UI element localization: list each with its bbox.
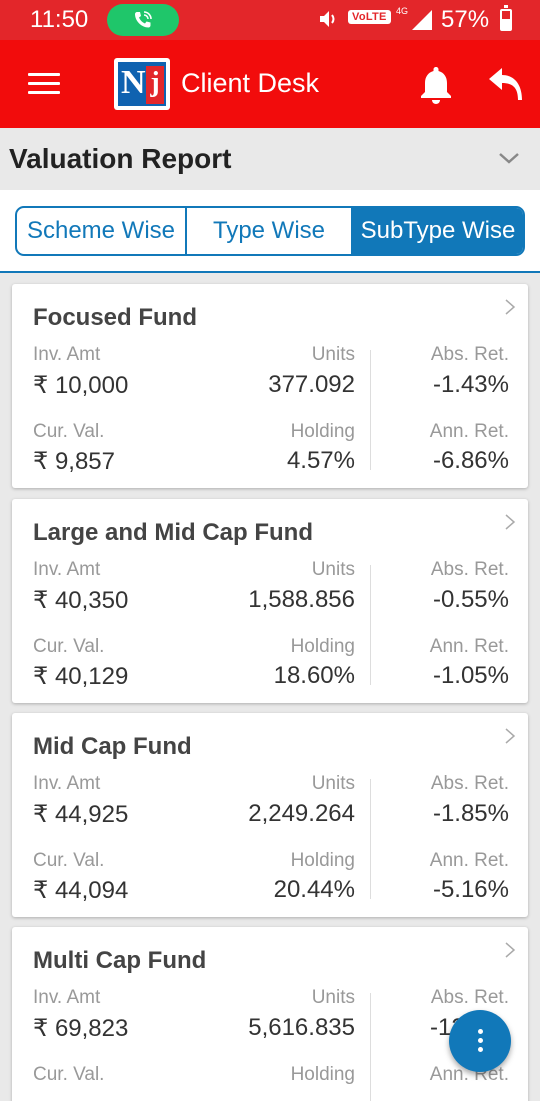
fund-list: Focused Fund Inv. Amt ₹ 10,000 Cur. Val.…: [0, 275, 540, 1101]
back-icon[interactable]: [486, 64, 526, 104]
fund-name: Focused Fund: [33, 304, 197, 331]
report-header: Valuation Report: [0, 128, 540, 190]
abs-ret-value: -0.55%: [432, 586, 509, 613]
bell-icon[interactable]: [417, 64, 455, 106]
battery-percent: 57%: [441, 6, 490, 33]
nj-logo: N j: [114, 58, 170, 110]
holding-value: 18.60%: [273, 662, 355, 689]
ann-ret-label: Ann. Ret.: [429, 421, 509, 442]
holding-value: 20.44%: [273, 876, 355, 903]
more-vert-icon-dot: [478, 1038, 483, 1043]
abs-ret-label: Abs. Ret.: [430, 773, 509, 794]
cur-val-label: Cur. Val.: [33, 636, 105, 657]
units-value: 377.092: [268, 371, 355, 398]
ongoing-call-indicator[interactable]: [107, 4, 179, 36]
fund-name: Multi Cap Fund: [33, 947, 207, 974]
inv-amt-label: Inv. Amt: [33, 987, 101, 1008]
ann-ret-label: Ann. Ret.: [429, 636, 509, 657]
units-label: Units: [311, 987, 355, 1008]
divider: [370, 993, 371, 1101]
fund-name: Mid Cap Fund: [33, 733, 192, 760]
status-bar: 11:50 VoLTE 4G 57%: [0, 0, 540, 40]
fund-card-focused-fund[interactable]: Focused Fund Inv. Amt ₹ 10,000 Cur. Val.…: [12, 284, 528, 488]
units-value: 2,249.264: [248, 800, 355, 827]
volume-icon: [320, 11, 335, 27]
ann-ret-value: -6.86%: [432, 447, 509, 474]
fund-card-mid-cap-fund[interactable]: Mid Cap Fund Inv. Amt ₹ 44,925 Cur. Val.…: [12, 713, 528, 917]
units-label: Units: [311, 344, 355, 365]
inv-amt-label: Inv. Amt: [33, 773, 101, 794]
tab-subtype-wise[interactable]: SubType Wise: [353, 208, 523, 254]
view-toggle-area: Scheme Wise Type Wise SubType Wise: [0, 190, 540, 273]
holding-label: Holding: [290, 421, 355, 442]
signal-icon: [412, 10, 432, 30]
abs-ret-value: -1.43%: [432, 371, 509, 398]
battery-icon: [500, 5, 512, 31]
chevron-right-icon: [505, 299, 516, 315]
volte-badge: VoLTE: [348, 10, 391, 24]
ann-ret-value: -1.05%: [432, 662, 509, 689]
fund-name: Large and Mid Cap Fund: [33, 519, 313, 546]
cur-val-value: ₹ 9,857: [33, 448, 115, 475]
abs-ret-label: Abs. Ret.: [430, 987, 509, 1008]
divider: [370, 565, 371, 685]
inv-amt-value: ₹ 10,000: [33, 372, 129, 399]
cur-val-value: ₹ 40,129: [33, 663, 129, 690]
holding-label: Holding: [290, 636, 355, 657]
inv-amt-label: Inv. Amt: [33, 344, 101, 365]
units-label: Units: [311, 559, 355, 580]
more-vert-icon: [478, 1029, 483, 1034]
menu-icon[interactable]: [28, 73, 60, 97]
fund-card-multi-cap-fund[interactable]: Multi Cap Fund Inv. Amt ₹ 69,823 Cur. Va…: [12, 927, 528, 1101]
ann-ret-value: -5.16%: [432, 876, 509, 903]
tab-type-wise[interactable]: Type Wise: [187, 208, 353, 254]
phone-call-icon: [135, 11, 152, 28]
holding-label: Holding: [290, 1064, 355, 1085]
status-time: 11:50: [30, 6, 89, 33]
chevron-right-icon: [505, 514, 516, 530]
units-value: 1,588.856: [248, 586, 355, 613]
chevron-down-icon[interactable]: [497, 150, 521, 166]
divider: [370, 779, 371, 899]
cur-val-label: Cur. Val.: [33, 421, 105, 442]
units-value: 5,616.835: [248, 1014, 355, 1041]
fund-card-large-and-mid-cap-fund[interactable]: Large and Mid Cap Fund Inv. Amt ₹ 40,350…: [12, 499, 528, 703]
cur-val-label: Cur. Val.: [33, 1064, 105, 1085]
inv-amt-value: ₹ 44,925: [33, 801, 129, 828]
holding-label: Holding: [290, 850, 355, 871]
chevron-right-icon: [505, 942, 516, 958]
divider: [370, 350, 371, 470]
holding-value: 4.57%: [286, 447, 355, 474]
network-type: 4G: [396, 6, 409, 16]
more-vert-icon-dot: [478, 1047, 483, 1052]
inv-amt-label: Inv. Amt: [33, 559, 101, 580]
chevron-right-icon: [505, 728, 516, 744]
inv-amt-value: ₹ 40,350: [33, 587, 129, 614]
app-bar: N j Client Desk: [0, 40, 540, 128]
abs-ret-value: -1.85%: [432, 800, 509, 827]
units-label: Units: [311, 773, 355, 794]
ann-ret-label: Ann. Ret.: [429, 850, 509, 871]
app-title: Client Desk: [181, 68, 320, 98]
battery-level: [502, 18, 510, 29]
page-title: Valuation Report: [9, 143, 232, 174]
more-options-button[interactable]: [449, 1010, 511, 1072]
inv-amt-value: ₹ 69,823: [33, 1015, 129, 1042]
abs-ret-label: Abs. Ret.: [430, 559, 509, 580]
cur-val-label: Cur. Val.: [33, 850, 105, 871]
cur-val-value: ₹ 44,094: [33, 877, 129, 904]
tab-scheme-wise[interactable]: Scheme Wise: [17, 208, 187, 254]
abs-ret-label: Abs. Ret.: [430, 344, 509, 365]
view-toggle: Scheme Wise Type Wise SubType Wise: [15, 206, 525, 256]
